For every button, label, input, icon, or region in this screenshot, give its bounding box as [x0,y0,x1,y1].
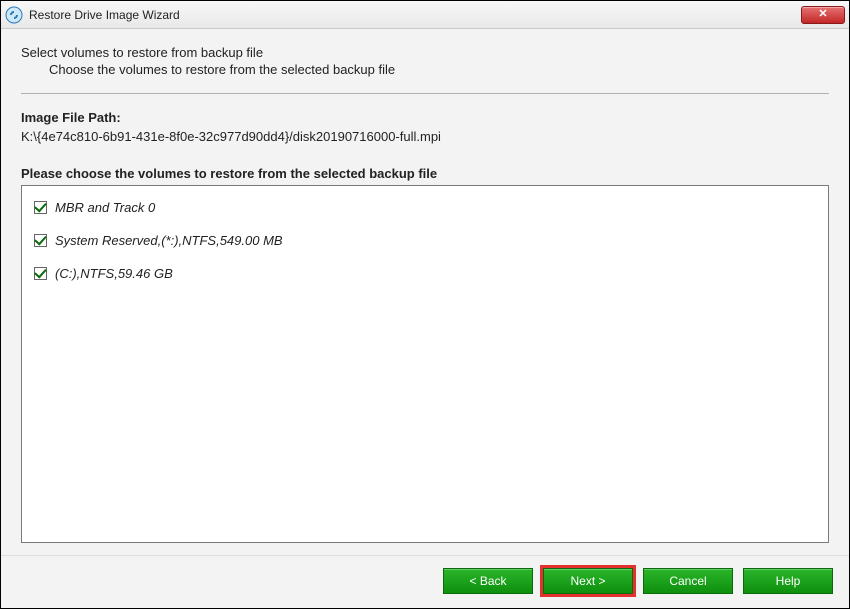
checkbox-c[interactable] [34,267,47,280]
volume-item-system-reserved[interactable]: System Reserved,(*:),NTFS,549.00 MB [34,233,816,248]
next-button[interactable]: Next > [543,568,633,594]
page-title: Select volumes to restore from backup fi… [21,45,829,60]
checkbox-mbr[interactable] [34,201,47,214]
volume-label: System Reserved,(*:),NTFS,549.00 MB [55,233,283,248]
button-row: < Back Next > Cancel Help [1,555,849,608]
volume-item-mbr[interactable]: MBR and Track 0 [34,200,816,215]
cancel-button[interactable]: Cancel [643,568,733,594]
image-path-value: K:\{4e74c810-6b91-431e-8f0e-32c977d90dd4… [21,129,829,144]
page-subtitle: Choose the volumes to restore from the s… [21,62,829,77]
titlebar: Restore Drive Image Wizard ✕ [1,1,849,29]
back-button[interactable]: < Back [443,568,533,594]
wizard-window: Restore Drive Image Wizard ✕ Select volu… [0,0,850,609]
content-area: Select volumes to restore from backup fi… [1,29,849,555]
help-button[interactable]: Help [743,568,833,594]
checkbox-system-reserved[interactable] [34,234,47,247]
close-icon: ✕ [818,9,827,20]
volume-item-c[interactable]: (C:),NTFS,59.46 GB [34,266,816,281]
volumes-label: Please choose the volumes to restore fro… [21,166,829,181]
app-icon [5,6,23,24]
image-path-label: Image File Path: [21,110,829,125]
close-button[interactable]: ✕ [801,6,845,24]
divider [21,93,829,94]
volume-label: MBR and Track 0 [55,200,155,215]
window-title: Restore Drive Image Wizard [29,8,801,22]
page-header: Select volumes to restore from backup fi… [21,45,829,77]
volumes-list: MBR and Track 0 System Reserved,(*:),NTF… [21,185,829,543]
volume-label: (C:),NTFS,59.46 GB [55,266,173,281]
